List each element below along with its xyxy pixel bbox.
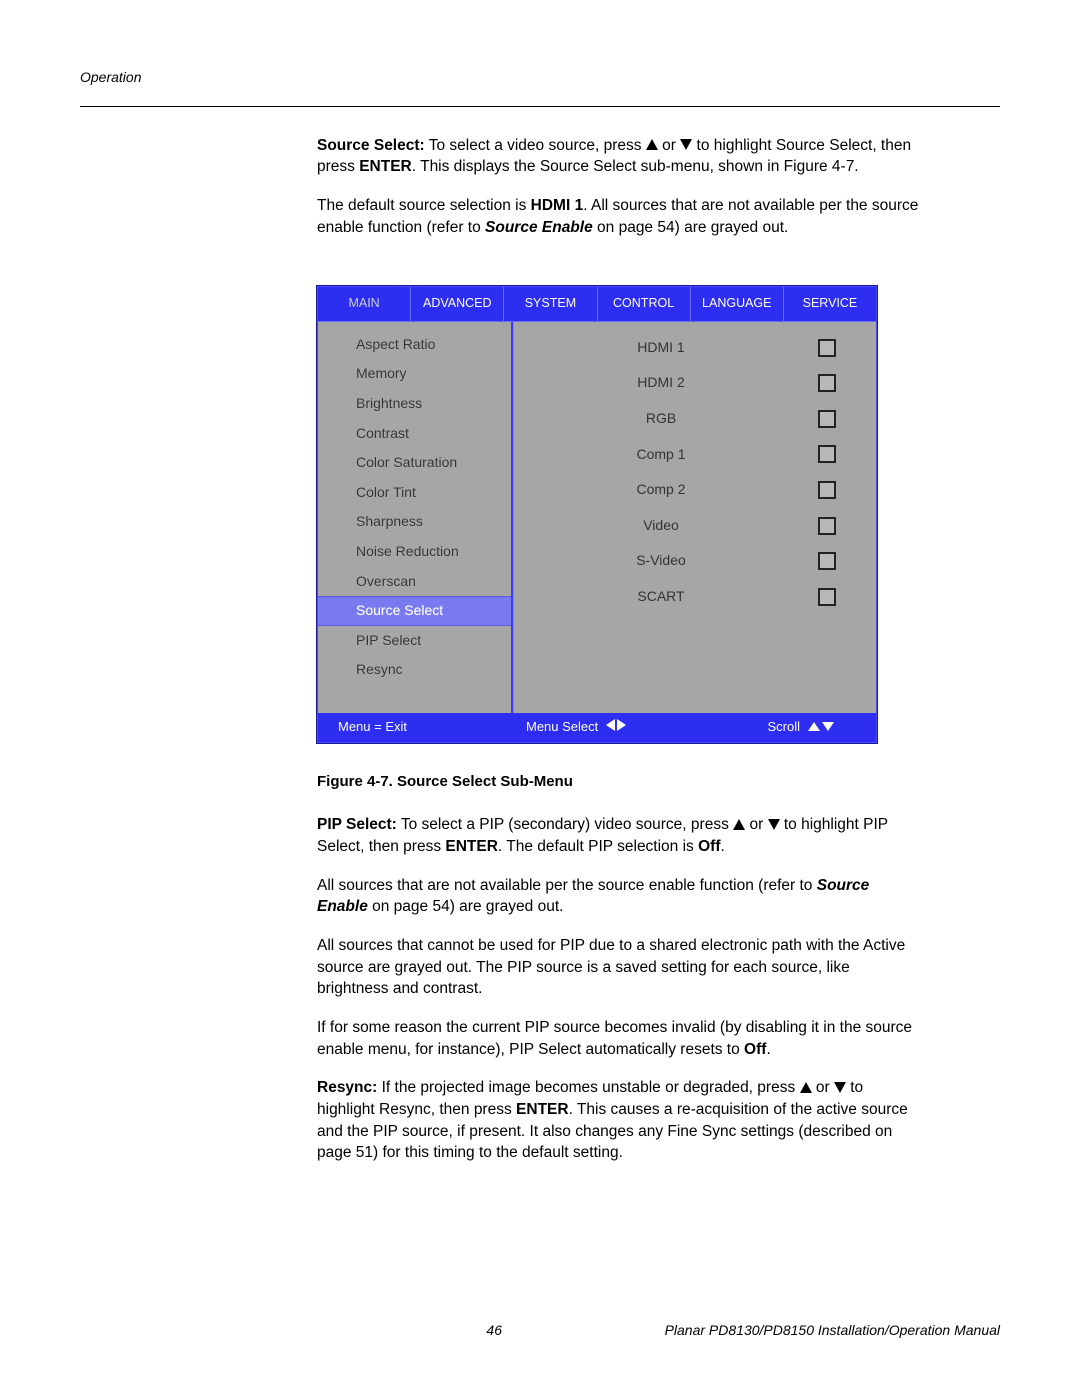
section-header: Operation: [80, 68, 1000, 88]
up-arrow-icon: [733, 819, 745, 830]
page-number: 46: [80, 1321, 550, 1341]
osd-item-aspect-ratio[interactable]: Aspect Ratio: [318, 330, 511, 360]
page-footer: 46 Planar PD8130/PD8150 Installation/Ope…: [80, 1321, 1000, 1341]
osd-footer-select: Menu Select: [526, 718, 767, 736]
checkbox-icon[interactable]: [818, 552, 836, 570]
osd-item-resync[interactable]: Resync: [318, 655, 511, 685]
osd-source-comp2[interactable]: Comp 2: [514, 472, 876, 508]
checkbox-icon[interactable]: [818, 445, 836, 463]
manual-title: Planar PD8130/PD8150 Installation/Operat…: [550, 1321, 1000, 1341]
osd-figure: MAIN ADVANCED SYSTEM CONTROL LANGUAGE SE…: [317, 286, 919, 743]
osd-tab-language[interactable]: LANGUAGE: [691, 287, 784, 322]
osd-footer-exit: Menu = Exit: [338, 718, 526, 736]
down-arrow-icon: [768, 819, 780, 830]
osd-footer: Menu = Exit Menu Select Scroll: [318, 713, 876, 742]
osd-item-pip-select[interactable]: PIP Select: [318, 626, 511, 656]
lead-resync: Resync:: [317, 1079, 377, 1096]
osd-source-rgb[interactable]: RGB: [514, 401, 876, 437]
checkbox-icon[interactable]: [818, 588, 836, 606]
checkbox-icon[interactable]: [818, 410, 836, 428]
enter-key: ENTER: [359, 158, 412, 175]
osd-tabs: MAIN ADVANCED SYSTEM CONTROL LANGUAGE SE…: [318, 287, 876, 322]
checkbox-icon[interactable]: [818, 481, 836, 499]
osd-item-color-tint[interactable]: Color Tint: [318, 478, 511, 508]
checkbox-icon[interactable]: [818, 517, 836, 535]
para-source-enable: All sources that are not available per t…: [317, 875, 919, 918]
para-pip-invalid: If for some reason the current PIP sourc…: [317, 1017, 919, 1060]
osd-item-source-select[interactable]: Source Select: [318, 596, 511, 626]
osd-source-comp1[interactable]: Comp 1: [514, 437, 876, 473]
figure-caption: Figure 4-7. Source Select Sub-Menu: [317, 771, 919, 792]
up-arrow-icon: [800, 1082, 812, 1093]
enter-key: ENTER: [516, 1101, 569, 1118]
osd-tab-system[interactable]: SYSTEM: [504, 287, 597, 322]
para-default-source: The default source selection is HDMI 1. …: [317, 195, 919, 238]
osd-source-hdmi2[interactable]: HDMI 2: [514, 365, 876, 401]
up-arrow-icon: [646, 139, 658, 150]
checkbox-icon[interactable]: [818, 339, 836, 357]
osd-source-svideo[interactable]: S-Video: [514, 543, 876, 579]
osd-tab-service[interactable]: SERVICE: [784, 287, 876, 322]
osd-item-brightness[interactable]: Brightness: [318, 389, 511, 419]
enter-key: ENTER: [445, 838, 498, 855]
left-right-arrow-icon: [606, 718, 626, 736]
osd-item-sharpness[interactable]: Sharpness: [318, 507, 511, 537]
off-bold: Off: [698, 838, 720, 855]
para-pip-select: PIP Select: To select a PIP (secondary) …: [317, 814, 919, 857]
checkbox-icon[interactable]: [818, 374, 836, 392]
osd-item-contrast[interactable]: Contrast: [318, 419, 511, 449]
osd-item-memory[interactable]: Memory: [318, 359, 511, 389]
source-enable-ref: Source Enable: [485, 219, 593, 236]
para-source-select: Source Select: To select a video source,…: [317, 135, 919, 178]
osd-source-hdmi1[interactable]: HDMI 1: [514, 330, 876, 366]
off-bold: Off: [744, 1041, 766, 1058]
lead-source-select: Source Select:: [317, 137, 425, 154]
osd-item-noise-reduction[interactable]: Noise Reduction: [318, 537, 511, 567]
osd-footer-scroll: Scroll: [767, 718, 864, 736]
osd-tab-control[interactable]: CONTROL: [598, 287, 691, 322]
lead-pip-select: PIP Select:: [317, 816, 397, 833]
para-resync: Resync: If the projected image becomes u…: [317, 1077, 919, 1164]
header-rule: [80, 106, 1000, 107]
osd-source-video[interactable]: Video: [514, 508, 876, 544]
para-pip-shared: All sources that cannot be used for PIP …: [317, 935, 919, 1000]
osd-item-color-saturation[interactable]: Color Saturation: [318, 448, 511, 478]
osd-tab-main[interactable]: MAIN: [318, 287, 411, 322]
osd-source-scart[interactable]: SCART: [514, 579, 876, 615]
osd-menu: MAIN ADVANCED SYSTEM CONTROL LANGUAGE SE…: [317, 286, 877, 743]
content-column: Source Select: To select a video source,…: [317, 135, 919, 1165]
osd-left-panel: Aspect Ratio Memory Brightness Contrast …: [318, 322, 513, 713]
down-arrow-icon: [834, 1082, 846, 1093]
up-down-arrow-icon: [808, 718, 834, 736]
osd-right-panel: HDMI 1 HDMI 2 RGB Comp 1 Comp 2 Video S-…: [513, 322, 876, 713]
osd-item-overscan[interactable]: Overscan: [318, 567, 511, 597]
osd-tab-advanced[interactable]: ADVANCED: [411, 287, 504, 322]
hdmi1-bold: HDMI 1: [531, 197, 584, 214]
osd-body: Aspect Ratio Memory Brightness Contrast …: [318, 322, 876, 713]
down-arrow-icon: [680, 139, 692, 150]
